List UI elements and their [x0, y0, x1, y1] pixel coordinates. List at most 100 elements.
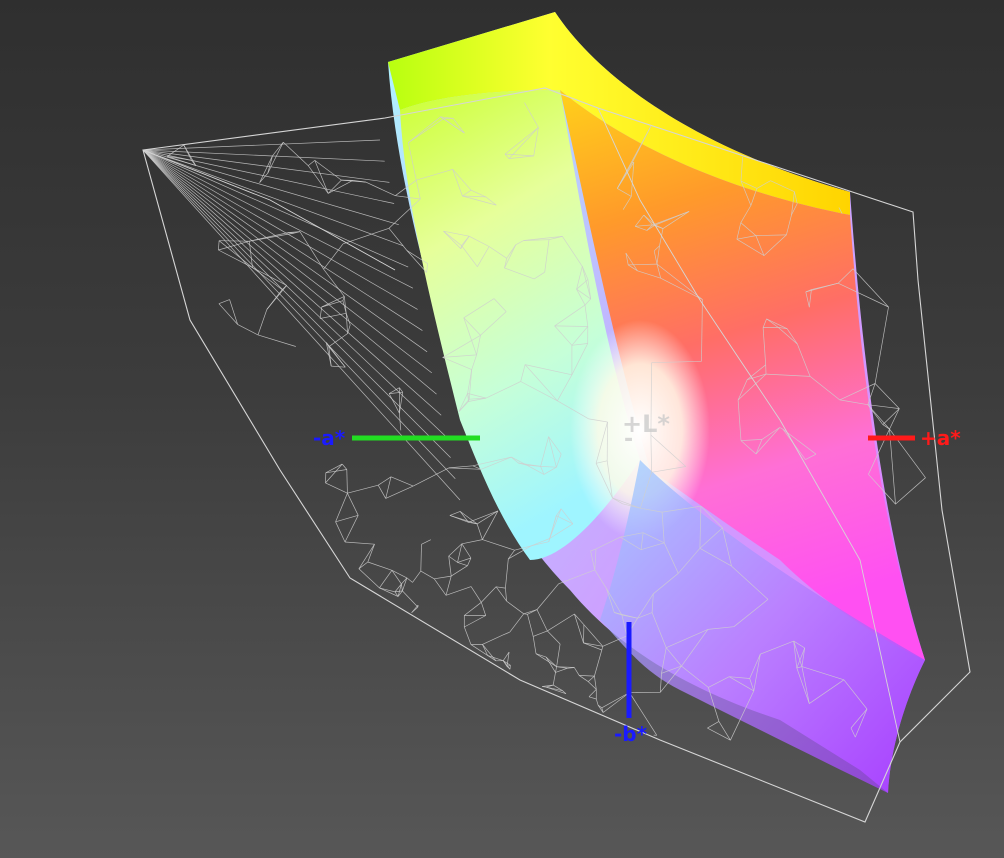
- wireframe-edge: [218, 240, 220, 251]
- wireframe-edge: [482, 634, 503, 645]
- wireframe-edge: [506, 600, 524, 615]
- wireframe-edge: [509, 613, 524, 633]
- wireframe-edge: [536, 609, 548, 632]
- wireframe-edge: [594, 649, 603, 677]
- wireframe-edge: [229, 299, 238, 325]
- wireframe-edge: [252, 267, 283, 290]
- wireframe-edge: [532, 636, 537, 654]
- wireframe-edge: [344, 541, 375, 545]
- wireframe-edge: [401, 583, 403, 591]
- wireframe-edge: [406, 577, 413, 583]
- wireframe-edge: [448, 556, 452, 577]
- gamut-solid: [388, 12, 925, 793]
- wireframe-edge: [449, 511, 461, 516]
- wireframe-edge: [365, 181, 396, 197]
- wireframe-edge: [142, 149, 404, 247]
- wireframe-edge: [325, 482, 348, 494]
- wireframe-edge: [874, 383, 900, 409]
- wireframe-edge: [388, 228, 408, 251]
- wireframe-edge: [495, 586, 507, 602]
- wireframe-edge: [341, 463, 348, 470]
- wireframe-edge: [882, 408, 900, 425]
- wireframe-edge: [379, 570, 393, 589]
- wireframe-edge: [328, 180, 353, 194]
- wireframe-edge: [420, 570, 435, 580]
- wireframe-edge: [335, 521, 346, 543]
- wireframe-edge: [448, 465, 473, 469]
- wireframe-edge: [476, 523, 483, 540]
- wireframe-edge: [420, 544, 422, 572]
- wireframe-edge: [448, 467, 482, 470]
- wireframe-edge: [588, 696, 597, 700]
- wireframe-edge: [335, 493, 348, 522]
- wireframe-edge: [583, 642, 602, 651]
- minus-l-axis-label: -: [624, 427, 633, 452]
- wireframe-edge: [358, 544, 375, 569]
- wireframe-edge: [218, 299, 230, 305]
- wireframe-edge: [449, 515, 478, 525]
- wireframe-edge: [257, 309, 268, 336]
- plus-a-axis-label: +a*: [920, 426, 961, 450]
- wireframe-edge: [142, 149, 433, 374]
- wireframe-edge: [508, 549, 515, 560]
- wireframe-edge: [574, 667, 580, 676]
- wireframe-edge: [142, 149, 442, 416]
- wireframe-edge: [307, 160, 316, 166]
- wireframe-edge: [259, 155, 273, 183]
- wireframe-edge: [536, 583, 559, 610]
- wireframe-edge: [555, 667, 568, 673]
- wireframe-edge: [579, 675, 595, 677]
- wireframe-edge: [588, 689, 597, 698]
- wireframe-edge: [503, 660, 511, 666]
- wireframe-edge: [421, 539, 431, 545]
- wireframe-edge: [445, 576, 452, 596]
- gamut-3d-viewport[interactable]: +L* - +a* -a* -b*: [0, 0, 1004, 858]
- wireframe-edge: [547, 613, 575, 632]
- wireframe-edge: [542, 686, 547, 688]
- wireframe-edge: [142, 149, 447, 437]
- wireframe-edge: [358, 561, 369, 570]
- wireframe-edge: [347, 493, 359, 516]
- minus-a-axis-label: -a*: [313, 426, 346, 450]
- wireframe-edge: [481, 586, 497, 603]
- wireframe-edge: [142, 149, 414, 289]
- wireframe-edge: [587, 675, 595, 682]
- wireframe-edge: [464, 615, 486, 628]
- wireframe-edge: [445, 586, 472, 596]
- wireframe-edge: [142, 149, 385, 162]
- wireframe-edge: [347, 484, 379, 494]
- wireframe-edge: [307, 165, 329, 194]
- wireframe-edge: [535, 653, 557, 667]
- wireframe-edge: [448, 543, 463, 557]
- wireframe-edge: [237, 324, 259, 336]
- wireframe-edge: [505, 558, 509, 589]
- wireframe-edge: [533, 630, 548, 637]
- wireframe-edge: [218, 303, 238, 325]
- wireframe-edge: [601, 646, 604, 651]
- wireframe-edge: [583, 624, 604, 647]
- wireframe-edge: [413, 467, 449, 487]
- wireframe-edge: [595, 698, 599, 706]
- wireframe-edge: [555, 666, 557, 673]
- wireframe-edge: [480, 602, 487, 616]
- gamut-scene[interactable]: +L* - +a* -a* -b*: [0, 0, 1004, 858]
- wireframe-edge: [385, 485, 414, 499]
- wireframe-edge: [451, 565, 468, 577]
- wireframe-edge: [457, 562, 468, 567]
- wireframe-edge: [470, 586, 482, 603]
- wireframe-edge: [283, 141, 309, 166]
- wireframe-edge: [257, 334, 296, 347]
- wireframe-edge: [579, 675, 589, 682]
- wireframe-edge: [547, 630, 561, 645]
- wireframe-edge: [602, 692, 630, 713]
- wireframe-edge: [344, 515, 359, 543]
- wireframe-edge: [496, 586, 506, 589]
- wireframe-edge: [867, 404, 900, 409]
- wireframe-edge: [464, 602, 482, 616]
- minus-b-axis-label: -b*: [614, 722, 648, 746]
- wireframe-edge: [461, 543, 472, 559]
- wireframe-edge: [325, 463, 343, 484]
- wireframe-edge: [402, 577, 408, 592]
- wireframe-edge: [463, 626, 472, 645]
- wireframe-edge: [142, 149, 437, 395]
